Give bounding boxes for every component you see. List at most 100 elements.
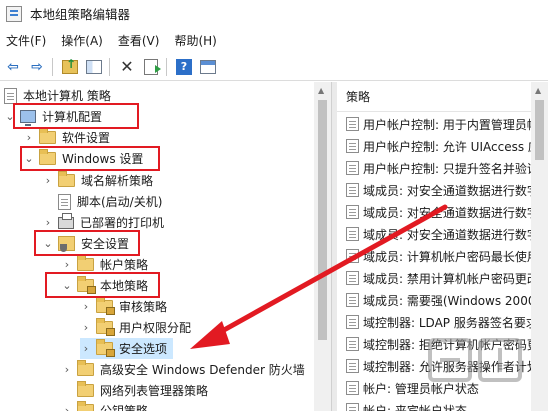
tree-label-public-key: 公钥策略: [100, 404, 149, 411]
list-item[interactable]: 域控制器: LDAP 服务器签名要求: [337, 311, 531, 333]
policy-name: 用户帐户控制: 只提升签名并验证的可执行文件: [363, 161, 531, 176]
tree-scrollbar[interactable]: ▲: [314, 82, 331, 411]
forward-button[interactable]: ⇨: [26, 56, 48, 78]
collapsed-chevron-icon: ›: [45, 216, 51, 229]
tree-item-public-key[interactable]: › 公钥策略: [61, 400, 148, 411]
delete-icon: ✕: [120, 57, 134, 76]
folder-icon: [77, 401, 94, 411]
column-header-policy[interactable]: 策略: [337, 82, 531, 112]
tree-item-network-list[interactable]: 网络列表管理器策略: [77, 380, 208, 401]
policy-document-icon: [4, 87, 17, 104]
scroll-up-arrow-icon: ▲: [535, 86, 542, 95]
policy-name: 域成员: 对安全通道数据进行数字加密或数字签名(始终): [363, 183, 531, 198]
list-item[interactable]: 帐户: 管理员帐户状态: [337, 377, 531, 399]
folder-icon: [77, 360, 94, 376]
policy-name: 用户帐户控制: 用于内置管理员帐户的管理审批模式: [363, 117, 531, 132]
list-item[interactable]: 域成员: 对安全通道数据进行数字加密(如果可能): [337, 201, 531, 223]
help-button[interactable]: ?: [173, 56, 195, 78]
policy-icon: [346, 205, 359, 219]
title-bar: 本地组策略编辑器: [0, 0, 548, 27]
list-item[interactable]: 帐户: 来宾帐户状态: [337, 399, 531, 411]
collapsed-chevron-icon: ›: [64, 404, 70, 411]
list-item[interactable]: 域成员: 对安全通道数据进行数字签名(如果可能): [337, 223, 531, 245]
tree-item-software-settings[interactable]: › 软件设置: [23, 127, 110, 148]
list-item[interactable]: 域控制器: 拒绝计算机帐户密码更改: [337, 333, 531, 355]
help-icon: ?: [176, 58, 192, 75]
menu-bar: 文件(F) 操作(A) 查看(V) 帮助(H): [0, 27, 548, 53]
policy-icon: [346, 227, 359, 241]
tree-pane[interactable]: 本地计算机 策略 ⌄ 计算机配置 › 软件设置 ⌄ Windows 设置 › 域…: [0, 82, 331, 411]
scroll-up-arrow-icon: ▲: [318, 86, 325, 95]
policy-list-pane[interactable]: 策略 用户帐户控制: 用于内置管理员帐户的管理审批模式 用户帐户控制: 允许 U…: [337, 82, 548, 411]
collapsed-chevron-icon: ›: [64, 363, 70, 376]
locked-folder-icon: [96, 297, 115, 315]
tree-label-network-list: 网络列表管理器策略: [100, 384, 209, 398]
policy-name: 域成员: 禁用计算机帐户密码更改: [363, 271, 531, 286]
list-item[interactable]: 用户帐户控制: 允许 UIAccess 应用程序在不使用安全桌面的情况下提升权限: [337, 135, 531, 157]
tree-label-user-rights: 用户权限分配: [119, 321, 192, 335]
policy-name: 域成员: 对安全通道数据进行数字签名(如果可能): [363, 227, 531, 242]
policy-name: 域控制器: 允许服务器操作者计划任务: [363, 359, 531, 374]
policy-name: 帐户: 管理员帐户状态: [363, 381, 479, 396]
list-scrollbar-thumb[interactable]: [535, 100, 544, 160]
collapsed-chevron-icon: ›: [45, 174, 51, 187]
tree-label-root: 本地计算机 策略: [23, 89, 111, 103]
collapsed-chevron-icon: ›: [83, 342, 89, 355]
collapsed-chevron-icon: ›: [26, 131, 32, 144]
tree-item-security-options[interactable]: › 安全选项: [80, 338, 174, 359]
tree-label-audit-policy: 审核策略: [119, 300, 168, 314]
tree-label-account-policies: 帐户策略: [100, 258, 149, 272]
policy-name: 帐户: 来宾帐户状态: [363, 403, 467, 411]
up-level-button[interactable]: [59, 56, 81, 78]
policy-name: 域成员: 对安全通道数据进行数字加密(如果可能): [363, 205, 531, 220]
tree-item-user-rights[interactable]: › 用户权限分配: [80, 317, 191, 338]
export-list-button[interactable]: [140, 56, 162, 78]
folder-icon: [39, 128, 56, 144]
back-arrow-icon: ⇦: [7, 58, 19, 75]
tree-item-defender-firewall[interactable]: › 高级安全 Windows Defender 防火墙: [61, 359, 305, 380]
show-hide-tree-button[interactable]: [83, 56, 105, 78]
menu-file[interactable]: 文件(F): [0, 32, 55, 49]
toolbar: ⇦ ⇨ ✕ ?: [0, 53, 548, 81]
highlight-box-security-settings: [34, 230, 140, 256]
tree-scrollbar-thumb[interactable]: [318, 100, 327, 340]
tree-label-defender-firewall: 高级安全 Windows Defender 防火墙: [100, 363, 305, 377]
list-item[interactable]: 用户帐户控制: 用于内置管理员帐户的管理审批模式: [337, 113, 531, 135]
locked-folder-icon: [96, 339, 115, 357]
list-item[interactable]: 域成员: 对安全通道数据进行数字加密或数字签名(始终): [337, 179, 531, 201]
policy-name: 域成员: 需要强(Windows 2000 或更高版本)会话密钥: [363, 293, 531, 308]
console-button[interactable]: [197, 56, 219, 78]
delete-button[interactable]: ✕: [116, 56, 138, 78]
tree-item-audit-policy[interactable]: › 审核策略: [80, 296, 167, 317]
list-item[interactable]: 域成员: 计算机帐户密码最长使用期限: [337, 245, 531, 267]
toolbar-separator: [52, 57, 53, 76]
list-item[interactable]: 域成员: 需要强(Windows 2000 或更高版本)会话密钥: [337, 289, 531, 311]
window-title: 本地组策略编辑器: [30, 7, 131, 22]
list-scrollbar[interactable]: ▲: [531, 82, 548, 411]
printer-icon: [58, 212, 74, 229]
tree-item-scripts[interactable]: 脚本(启动/关机): [58, 191, 162, 212]
back-button[interactable]: ⇦: [2, 56, 24, 78]
policy-icon: [346, 183, 359, 197]
toolbar-separator: [109, 57, 110, 76]
policy-name: 用户帐户控制: 允许 UIAccess 应用程序在不使用安全桌面的情况下提升权限: [363, 139, 531, 154]
policy-icon: [346, 403, 359, 411]
show-hide-tree-icon: [86, 59, 102, 74]
folder-icon: [77, 381, 94, 397]
policy-name: 域控制器: LDAP 服务器签名要求: [363, 315, 531, 330]
policy-name: 域控制器: 拒绝计算机帐户密码更改: [363, 337, 531, 352]
folder-icon: [77, 255, 94, 271]
menu-view[interactable]: 查看(V): [112, 32, 169, 49]
menu-help[interactable]: 帮助(H): [168, 32, 225, 49]
policy-icon: [346, 139, 359, 153]
menu-action[interactable]: 操作(A): [55, 32, 112, 49]
forward-arrow-icon: ⇨: [31, 58, 43, 75]
list-item[interactable]: 域控制器: 允许服务器操作者计划任务: [337, 355, 531, 377]
locked-folder-icon: [96, 318, 115, 336]
collapsed-chevron-icon: ›: [83, 300, 89, 313]
policy-icon: [346, 381, 359, 395]
list-item[interactable]: 域成员: 禁用计算机帐户密码更改: [337, 267, 531, 289]
list-item[interactable]: 用户帐户控制: 只提升签名并验证的可执行文件: [337, 157, 531, 179]
tree-item-dns-policy[interactable]: › 域名解析策略: [42, 170, 153, 191]
policy-editor-icon: [6, 5, 22, 22]
